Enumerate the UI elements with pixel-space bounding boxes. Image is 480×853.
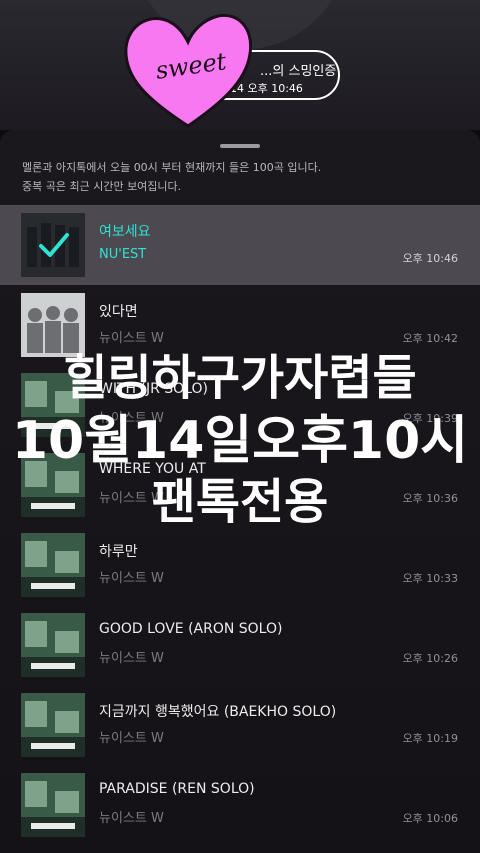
- song-title: GOOD LOVE (ARON SOLO): [99, 621, 283, 637]
- song-artist: 뉴이스트 W: [99, 651, 164, 666]
- song-artist: NU'EST: [99, 247, 147, 262]
- song-artist: 뉴이스트 W: [99, 811, 164, 826]
- song-title: 있다면: [99, 304, 138, 320]
- song-row[interactable]: PARADISE (REN SOLO) 뉴이스트 W 오후 10:06: [0, 765, 480, 845]
- certification-title: ...의 스밍인증: [260, 64, 337, 79]
- album-art: [21, 613, 85, 677]
- sheet-drag-handle[interactable]: [220, 144, 260, 148]
- song-row[interactable]: 하루만뉴이스트 W 오후 10:33: [0, 525, 480, 605]
- play-time: 오후 10:26: [402, 652, 458, 665]
- notice-line-1: 멜론과 아지톡에서 오늘 00시 부터 현재까지 들은 100곡 입니다.: [22, 161, 322, 174]
- album-art: [21, 693, 85, 757]
- song-title: 여보세요: [99, 224, 151, 240]
- song-artist: 뉴이스트 W: [99, 731, 164, 746]
- song-row[interactable]: GOOD LOVE (ARON SOLO) 뉴이스트 W 오후 10:26: [0, 605, 480, 685]
- song-artist: 뉴이스트 W: [99, 571, 164, 586]
- notice-text: 멜론과 아지톡에서 오늘 00시 부터 현재까지 들은 100곡 입니다. 중복…: [22, 158, 321, 196]
- album-art: [21, 533, 85, 597]
- play-time: 오후 10:33: [402, 572, 458, 585]
- play-time: 오후 10:19: [402, 732, 458, 745]
- song-row[interactable]: 지금까지 행복했어요 (BAEKHO SOLO) 뉴이스트 W 오후 10:19: [0, 685, 480, 765]
- album-art: [21, 213, 85, 277]
- play-time: 오후 10:46: [402, 252, 458, 265]
- overlay-line-3: 팬톡전용: [151, 474, 329, 530]
- play-time: 오후 10:06: [402, 812, 458, 825]
- song-title: PARADISE (REN SOLO): [99, 781, 255, 797]
- album-art: [21, 773, 85, 837]
- notice-line-2: 중복 곡은 최근 시간만 보여집니다.: [22, 180, 182, 193]
- checkmark-icon: [21, 213, 85, 277]
- song-row[interactable]: 여보세요 NU'EST 오후 10:46: [0, 205, 480, 285]
- song-title: 하루만: [99, 544, 138, 560]
- song-title: 지금까지 행복했어요 (BAEKHO SOLO): [99, 704, 337, 720]
